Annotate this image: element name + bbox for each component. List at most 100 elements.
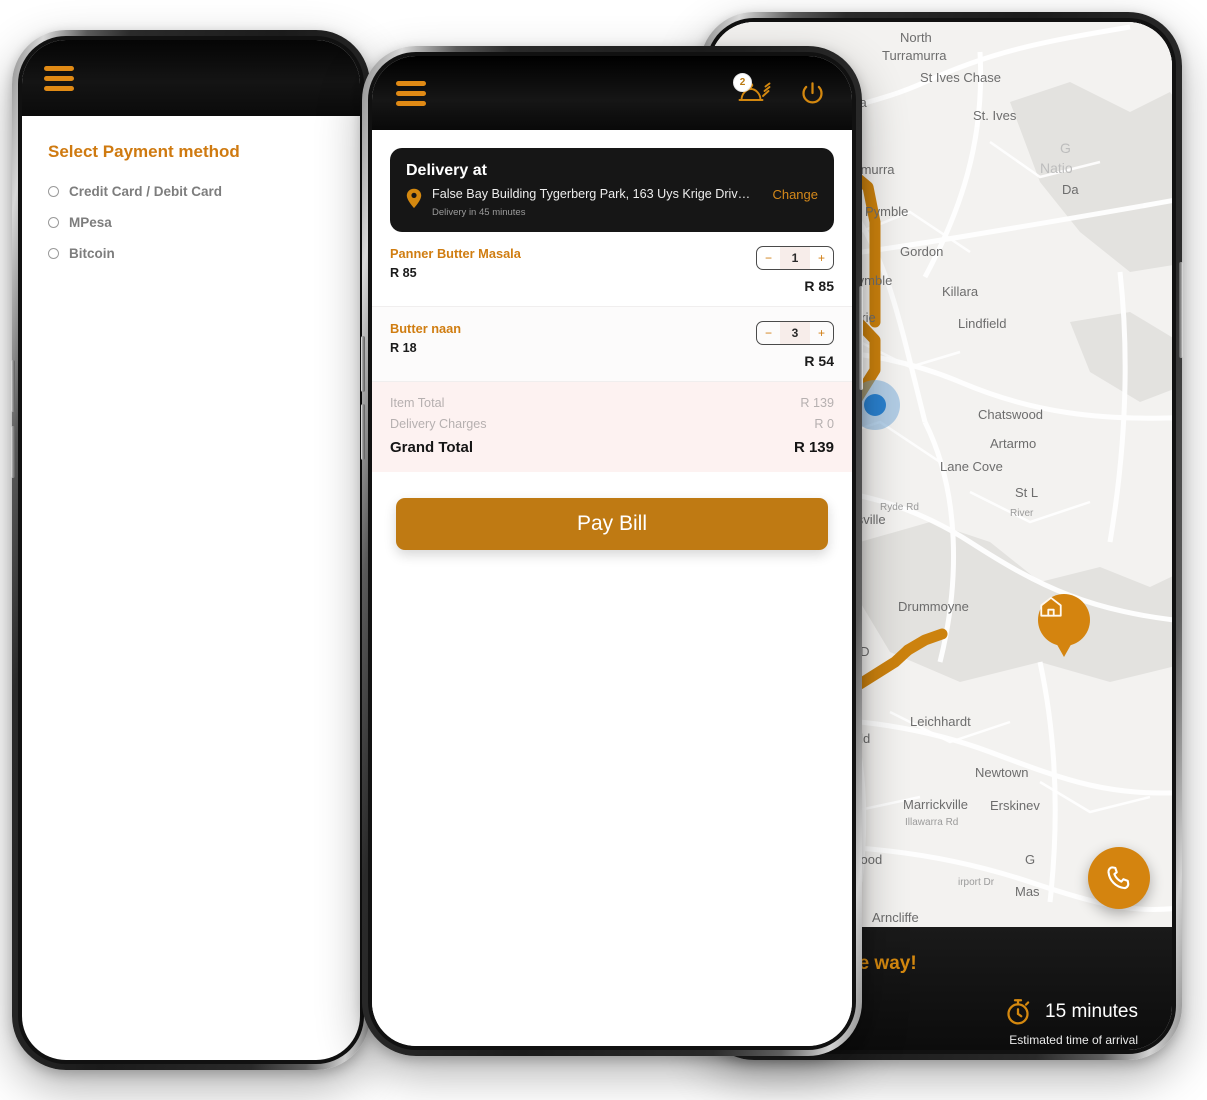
cart-item-controls: − 1 + R 85 [756,245,834,294]
radio-icon[interactable] [48,248,59,259]
total-value: R 0 [814,416,834,431]
page-title: Select Payment method [48,142,240,161]
map-place-label: Newtown [975,765,1029,780]
map-place-label: Lane Cove [940,459,1003,474]
cart-item-controls: − 3 + R 54 [756,320,834,369]
home-marker-icon[interactable] [1038,594,1090,657]
map-place-label: Pymble [865,204,909,219]
map-place-label: Mas [1015,884,1040,899]
map-place-label: Turramurra [882,48,947,63]
total-row-grand-total: Grand Total R 139 [390,439,834,456]
cart-item-info: Panner Butter Masala R 85 [390,246,521,280]
pay-button-area: Pay Bill [372,472,852,550]
quantity-stepper[interactable]: − 3 + [756,320,834,345]
phone-call-icon [1107,866,1130,890]
food-tray-icon[interactable]: 2 [733,73,771,108]
phone-bezel: Select Payment method Credit Card / Debi… [18,36,364,1064]
phone-bezel: 2 Delivery at False Bay Building Tygerbe… [368,52,856,1050]
order-totals: Item Total R 139 Delivery Charges R 0 Gr… [372,381,852,472]
delivery-address-card[interactable]: Delivery at False Bay Building Tygerberg… [390,148,834,232]
map-place-label: St. Ives [973,108,1017,123]
payment-option-label: MPesa [69,215,112,230]
increase-quantity-button[interactable]: + [810,247,833,269]
radio-icon[interactable] [48,186,59,197]
map-place-label: Natio [1040,160,1073,176]
map-place-label: Arncliffe [872,910,919,925]
total-row-delivery-charges: Delivery Charges R 0 [390,417,834,431]
power-glyph [802,81,823,104]
map-place-label: River [1010,508,1034,519]
decrease-quantity-button[interactable]: − [757,322,780,344]
volume-down-button[interactable] [11,426,15,478]
volume-up-button[interactable] [11,360,15,412]
map-place-label: Chatswood [978,407,1044,422]
delivery-eta-note: Delivery in 45 minutes [432,206,526,218]
eta-row: 15 minutes [1003,997,1138,1027]
eta-time: 15 minutes [1045,1001,1138,1022]
stopwatch-icon [1007,999,1030,1025]
map-place-label: Gordon [900,244,944,259]
cart-item-line-total: R 54 [804,352,834,369]
payment-option-mpesa[interactable]: MPesa [48,215,334,230]
decrease-quantity-button[interactable]: − [757,247,780,269]
map-place-label: Artarmo [990,436,1037,451]
cart-item-unit-price: R 18 [390,340,417,355]
hamburger-menu-icon[interactable] [44,65,74,91]
map-place-label: Erskinev [990,798,1040,813]
increase-quantity-button[interactable]: + [810,322,833,344]
power-side-button[interactable] [1179,262,1183,358]
cart-item-info: Butter naan R 18 [390,321,461,355]
change-address-button[interactable]: Change [764,187,818,202]
power-icon[interactable] [799,80,826,107]
delivery-card-title: Delivery at [406,162,487,179]
map-place-label: Lindfield [958,316,1007,331]
cart-body: Delivery at False Bay Building Tygerberg… [372,148,852,1046]
cart-item-name: Panner Butter Masala [390,245,521,261]
map-place-label: G [1060,140,1071,156]
delivery-address-text: False Bay Building Tygerberg Park, 163 U… [432,187,755,201]
location-dot-core [864,394,886,416]
map-place-label: North [900,30,932,45]
map-place-label: St Ives Chase [920,70,1001,85]
payment-body: Select Payment method Credit Card / Debi… [22,116,360,261]
call-driver-button[interactable] [1088,847,1150,909]
cart-item-name: Butter naan [390,320,462,336]
pay-bill-button[interactable]: Pay Bill [396,497,828,550]
total-row-item-total: Item Total R 139 [390,396,834,410]
phone-cart-device: 2 Delivery at False Bay Building Tygerbe… [361,46,863,1056]
cart-item-unit-price: R 85 [390,265,417,280]
grand-total-value: R 139 [793,438,834,456]
volume-down-button[interactable] [361,404,365,460]
payment-option-credit-card[interactable]: Credit Card / Debit Card [48,184,334,199]
payment-option-label: Credit Card / Debit Card [69,184,223,199]
hamburger-menu-icon[interactable] [396,80,426,106]
map-place-label: St L [1015,485,1039,500]
radio-icon[interactable] [48,217,59,228]
power-side-button[interactable] [859,286,863,390]
map-place-label: G [1025,852,1036,867]
map-place-label: Marrickville [903,797,968,812]
map-place-label: irport Dr [958,877,995,888]
map-place-label: Leichhardt [910,714,971,729]
map-place-label: Drummoyne [898,599,969,614]
volume-up-button[interactable] [361,336,365,392]
total-value: R 139 [800,395,834,410]
map-place-label: Killara [942,284,979,299]
cart-item-row: Butter naan R 18 − 3 + R 54 [372,306,852,382]
quantity-value: 1 [780,246,810,269]
cart-item-row: Panner Butter Masala R 85 − 1 + R 85 [372,232,852,307]
delivery-card-row: False Bay Building Tygerberg Park, 163 U… [406,187,818,218]
phone-payment-device: Select Payment method Credit Card / Debi… [11,30,371,1070]
cart-topbar: 2 [372,56,852,130]
total-label: Delivery Charges [390,416,487,431]
quantity-value: 3 [780,321,810,344]
total-label: Item Total [390,395,445,410]
cart-badge: 2 [733,73,752,92]
payment-option-label: Bitcoin [69,246,115,261]
map-place-label: Ryde Rd [880,502,919,513]
quantity-stepper[interactable]: − 1 + [756,245,834,270]
payment-option-bitcoin[interactable]: Bitcoin [48,246,334,261]
eta-caption: Estimated time of arrival [1009,1033,1138,1047]
home-glyph [1040,596,1062,617]
topbar-actions: 2 [733,73,826,108]
